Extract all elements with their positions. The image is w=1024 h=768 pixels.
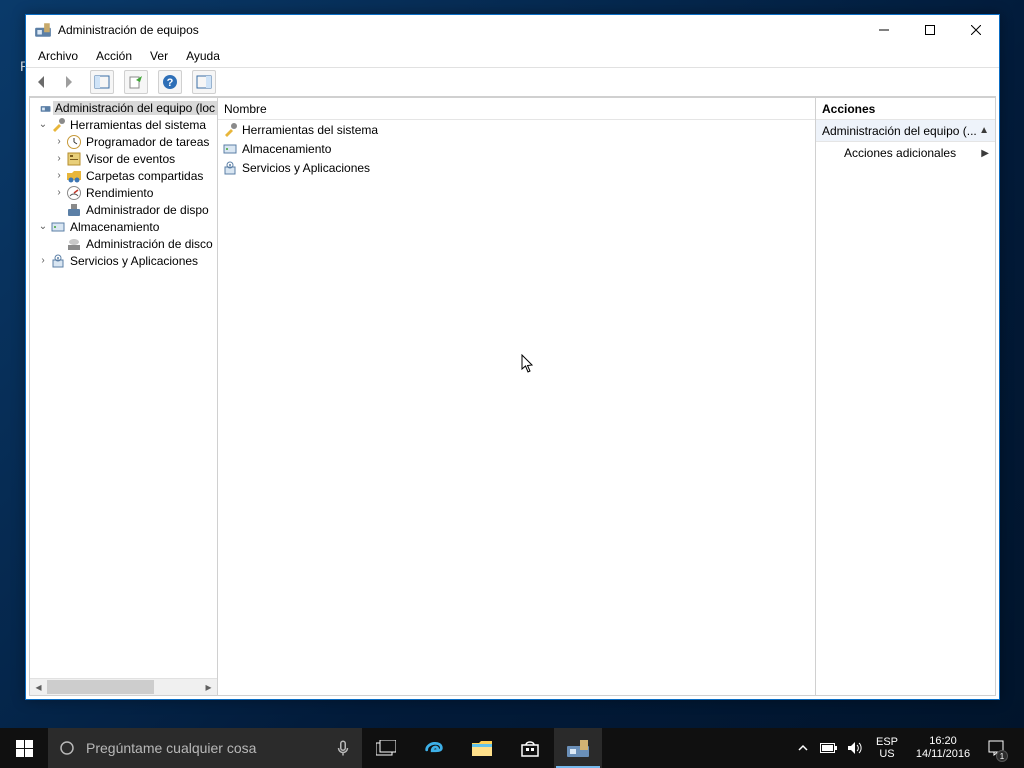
cortana-icon (58, 739, 76, 757)
taskbar: Pregúntame cualquier cosa ESP US 16:20 1… (0, 728, 1024, 768)
tray-notifications[interactable]: 1 (982, 728, 1010, 768)
app-icon (34, 21, 52, 39)
actions-pane: Acciones Administración del equipo (... … (816, 97, 996, 696)
performance-icon (66, 185, 82, 201)
mmc-window: Administración de equipos Archivo Acción… (25, 14, 1000, 700)
tree-visor[interactable]: › Visor de eventos (30, 150, 217, 167)
menu-archivo[interactable]: Archivo (30, 47, 86, 65)
menubar: Archivo Acción Ver Ayuda (26, 45, 999, 67)
tree-servicios[interactable]: › Servicios y Aplicaciones (30, 252, 217, 269)
back-button[interactable] (30, 70, 54, 94)
chevron-right-icon: ▶ (981, 148, 989, 159)
expander-closed-icon[interactable]: › (52, 153, 66, 164)
forward-button[interactable] (56, 70, 80, 94)
maximize-button[interactable] (907, 15, 953, 45)
export-list-button[interactable] (124, 70, 148, 94)
tree-rendimiento[interactable]: › Rendimiento (30, 184, 217, 201)
show-hide-actions-button[interactable] (192, 70, 216, 94)
collapse-icon: ▲ (979, 125, 989, 136)
list-item-herramientas[interactable]: Herramientas del sistema (218, 120, 815, 139)
tray-clock[interactable]: 16:20 14/11/2016 (908, 735, 978, 761)
titlebar[interactable]: Administración de equipos (26, 15, 999, 45)
tree-discos[interactable]: › Administración de disco (30, 235, 217, 252)
tools-icon (50, 117, 66, 133)
list-item-almacenamiento[interactable]: Almacenamiento (218, 139, 815, 158)
microphone-icon[interactable] (334, 739, 352, 757)
storage-icon (222, 141, 238, 157)
scroll-right-icon[interactable]: ▸ (200, 679, 217, 695)
scroll-thumb[interactable] (47, 680, 154, 694)
task-view-button[interactable] (362, 728, 410, 768)
tray-volume-icon[interactable] (844, 728, 866, 768)
tree-almacenamiento[interactable]: ⌄ Almacenamiento (30, 218, 217, 235)
taskbar-mmc-app[interactable] (554, 728, 602, 768)
start-button[interactable] (0, 728, 48, 768)
device-manager-icon (66, 202, 82, 218)
actions-adicionales[interactable]: Acciones adicionales ▶ (816, 142, 995, 164)
clock-icon (66, 134, 82, 150)
expander-closed-icon[interactable]: › (52, 187, 66, 198)
list-header-nombre[interactable]: Nombre (218, 98, 815, 120)
tree-horizontal-scrollbar[interactable]: ◂ ▸ (30, 678, 217, 695)
show-hide-tree-button[interactable] (90, 70, 114, 94)
expander-open-icon[interactable]: ⌄ (36, 221, 50, 232)
search-placeholder: Pregúntame cualquier cosa (86, 740, 256, 756)
tray-battery-icon[interactable] (818, 728, 840, 768)
expander-open-icon[interactable]: ⌄ (36, 119, 50, 130)
taskbar-edge[interactable] (410, 728, 458, 768)
computer-management-icon (40, 100, 51, 116)
tree-carpetas[interactable]: › Carpetas compartidas (30, 167, 217, 184)
svg-text:?: ? (167, 77, 174, 89)
help-button[interactable]: ? (158, 70, 182, 94)
taskbar-explorer[interactable] (458, 728, 506, 768)
notification-badge: 1 (996, 750, 1008, 762)
menu-ayuda[interactable]: Ayuda (178, 47, 228, 65)
cortana-search[interactable]: Pregúntame cualquier cosa (48, 728, 362, 768)
disk-management-icon (66, 236, 82, 252)
event-viewer-icon (66, 151, 82, 167)
scroll-left-icon[interactable]: ◂ (30, 679, 47, 695)
tree-pane: ▶ Administración del equipo (loc ⌄ Herra… (29, 97, 218, 696)
expander-closed-icon[interactable]: › (52, 170, 66, 181)
tray-overflow[interactable] (792, 728, 814, 768)
system-tray: ESP US 16:20 14/11/2016 1 (792, 728, 1024, 768)
taskbar-store[interactable] (506, 728, 554, 768)
menu-ver[interactable]: Ver (142, 47, 176, 65)
toolbar: ? (26, 68, 999, 96)
tray-language[interactable]: ESP US (870, 736, 904, 760)
menu-accion[interactable]: Acción (88, 47, 140, 65)
minimize-button[interactable] (861, 15, 907, 45)
tree-root[interactable]: ▶ Administración del equipo (loc (30, 99, 217, 116)
tree-herramientas[interactable]: ⌄ Herramientas del sistema (30, 116, 217, 133)
list-item-servicios[interactable]: Servicios y Aplicaciones (218, 158, 815, 177)
tree-programador[interactable]: › Programador de tareas (30, 133, 217, 150)
tools-icon (222, 122, 238, 138)
services-icon (222, 160, 238, 176)
actions-header: Acciones (816, 98, 995, 120)
actions-group[interactable]: Administración del equipo (... ▲ (816, 120, 995, 142)
tree-dispositivos[interactable]: › Administrador de dispo (30, 201, 217, 218)
close-button[interactable] (953, 15, 999, 45)
services-icon (50, 253, 66, 269)
shared-folders-icon (66, 168, 82, 184)
expander-closed-icon[interactable]: › (52, 136, 66, 147)
window-title: Administración de equipos (58, 23, 861, 37)
list-pane[interactable]: Nombre Herramientas del sistema Almacena… (218, 97, 816, 696)
expander-closed-icon[interactable]: › (36, 255, 50, 266)
storage-icon (50, 219, 66, 235)
